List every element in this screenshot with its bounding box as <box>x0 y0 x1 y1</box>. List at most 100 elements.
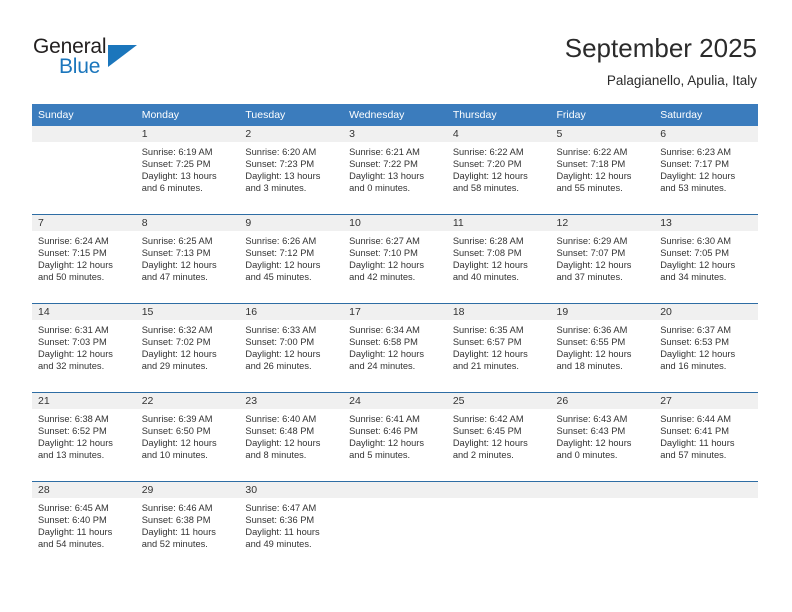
weekday-header-wednesday: Wednesday <box>343 104 447 126</box>
calendar-day-cell[interactable]: 9 Sunrise: 6:26 AM Sunset: 7:12 PM Daylight… <box>239 214 344 304</box>
sunrise-text: Sunrise: 6:31 AM <box>38 325 109 335</box>
daylight-1-text: Daylight: 12 hours <box>141 438 217 449</box>
day-number <box>550 482 655 498</box>
calendar-day-cell-empty <box>343 481 447 570</box>
calendar-day-cell[interactable]: 5 Sunrise: 6:22 AM Sunset: 7:18 PM Daylight… <box>550 126 655 215</box>
calendar-day-cell[interactable]: 18 Sunrise: 6:35 AM Sunset: 6:57 PM Dayligh… <box>446 303 551 393</box>
calendar-day-cell-empty <box>446 481 551 570</box>
daylight-2-text: and 45 minutes. <box>245 272 312 283</box>
sunrise-text: Sunrise: 6:27 AM <box>349 236 420 246</box>
day-details: Sunrise: 6:22 AM Sunset: 7:18 PM Daylight:… <box>551 142 655 194</box>
calendar-day-cell[interactable]: 30 Sunrise: 6:47 AM Sunset: 6:36 PM Dayligh… <box>239 481 344 570</box>
calendar-week-row: 1 Sunrise: 6:19 AM Sunset: 7:25 PM Daylight… <box>32 126 758 215</box>
sunrise-text: Sunrise: 6:20 AM <box>245 147 317 157</box>
sunset-text: Sunset: 7:07 PM <box>556 248 626 259</box>
calendar-day-cell[interactable]: 2 Sunrise: 6:20 AM Sunset: 7:23 PM Daylight… <box>239 126 344 215</box>
sunrise-text: Sunrise: 6:43 AM <box>556 414 628 424</box>
calendar-day-cell[interactable]: 13 Sunrise: 6:30 AM Sunset: 7:05 PM Dayligh… <box>654 214 758 304</box>
day-details: Sunrise: 6:29 AM Sunset: 7:07 PM Daylight:… <box>551 231 655 283</box>
day-cell-inner: 15 Sunrise: 6:32 AM Sunset: 7:02 PM Dayligh… <box>135 304 240 392</box>
day-cell-inner: 19 Sunrise: 6:36 AM Sunset: 6:55 PM Dayligh… <box>550 304 655 392</box>
day-details: Sunrise: 6:40 AM Sunset: 6:48 PM Daylight:… <box>239 409 343 461</box>
weekday-header-sunday: Sunday <box>32 104 136 126</box>
calendar-day-cell[interactable]: 19 Sunrise: 6:36 AM Sunset: 6:55 PM Dayligh… <box>550 303 655 393</box>
general-blue-logo[interactable]: General Blue <box>33 36 153 86</box>
day-cell-inner: 24 Sunrise: 6:41 AM Sunset: 6:46 PM Dayligh… <box>343 393 447 481</box>
calendar-day-cell[interactable]: 7 Sunrise: 6:24 AM Sunset: 7:15 PM Daylight… <box>32 214 136 304</box>
calendar-week-row: 21 Sunrise: 6:38 AM Sunset: 6:52 PM Dayligh… <box>32 392 758 482</box>
logo-text-blue: Blue <box>59 55 101 78</box>
calendar-day-cell[interactable]: 16 Sunrise: 6:33 AM Sunset: 7:00 PM Dayligh… <box>239 303 344 393</box>
daylight-2-text: and 42 minutes. <box>349 272 416 283</box>
logo-flag-icon <box>108 45 137 67</box>
day-cell-inner: 3 Sunrise: 6:21 AM Sunset: 7:22 PM Daylight… <box>343 126 447 214</box>
day-details: Sunrise: 6:46 AM Sunset: 6:38 PM Daylight:… <box>136 498 240 550</box>
calendar-day-cell[interactable]: 22 Sunrise: 6:39 AM Sunset: 6:50 PM Dayligh… <box>135 392 240 482</box>
daylight-2-text: and 50 minutes. <box>38 272 105 283</box>
sunset-text: Sunset: 6:43 PM <box>556 426 626 437</box>
daylight-1-text: Daylight: 12 hours <box>660 260 736 271</box>
day-details: Sunrise: 6:19 AM Sunset: 7:25 PM Daylight:… <box>136 142 240 194</box>
day-cell-inner: 2 Sunrise: 6:20 AM Sunset: 7:23 PM Daylight… <box>239 126 344 214</box>
calendar-day-cell[interactable]: 11 Sunrise: 6:28 AM Sunset: 7:08 PM Dayligh… <box>446 214 551 304</box>
calendar-day-cell[interactable]: 17 Sunrise: 6:34 AM Sunset: 6:58 PM Dayligh… <box>343 303 447 393</box>
day-cell-inner <box>32 126 136 214</box>
day-number: 2 <box>239 126 344 142</box>
calendar-day-cell[interactable]: 4 Sunrise: 6:22 AM Sunset: 7:20 PM Daylight… <box>446 126 551 215</box>
sunset-text: Sunset: 6:45 PM <box>452 426 522 437</box>
sunrise-text: Sunrise: 6:32 AM <box>141 325 213 335</box>
day-number: 8 <box>135 215 240 231</box>
calendar-day-cell[interactable]: 24 Sunrise: 6:41 AM Sunset: 6:46 PM Dayligh… <box>343 392 447 482</box>
sunrise-text: Sunrise: 6:30 AM <box>660 236 732 246</box>
calendar-day-cell[interactable]: 21 Sunrise: 6:38 AM Sunset: 6:52 PM Dayligh… <box>32 392 136 482</box>
day-details: Sunrise: 6:37 AM Sunset: 6:53 PM Daylight:… <box>654 320 758 372</box>
calendar-day-cell[interactable]: 29 Sunrise: 6:46 AM Sunset: 6:38 PM Dayligh… <box>135 481 240 570</box>
day-number: 5 <box>550 126 655 142</box>
calendar-day-cell[interactable]: 14 Sunrise: 6:31 AM Sunset: 7:03 PM Dayligh… <box>32 303 136 393</box>
calendar-day-cell[interactable]: 27 Sunrise: 6:44 AM Sunset: 6:41 PM Dayligh… <box>654 392 758 482</box>
daylight-2-text: and 18 minutes. <box>556 361 623 372</box>
calendar-day-cell[interactable]: 28 Sunrise: 6:45 AM Sunset: 6:40 PM Dayligh… <box>32 481 136 570</box>
daylight-1-text: Daylight: 12 hours <box>141 260 217 271</box>
daylight-2-text: and 57 minutes. <box>660 450 727 461</box>
calendar-day-cell[interactable]: 26 Sunrise: 6:43 AM Sunset: 6:43 PM Dayligh… <box>550 392 655 482</box>
daylight-2-text: and 52 minutes. <box>141 539 208 550</box>
calendar-day-cell[interactable]: 20 Sunrise: 6:37 AM Sunset: 6:53 PM Dayligh… <box>654 303 758 393</box>
logo-text-general: General <box>33 35 107 58</box>
daylight-2-text: and 32 minutes. <box>38 361 105 372</box>
sunset-text: Sunset: 6:36 PM <box>245 515 315 526</box>
sunset-text: Sunset: 7:15 PM <box>38 248 107 259</box>
sunrise-text: Sunrise: 6:33 AM <box>245 325 317 335</box>
sunset-text: Sunset: 7:13 PM <box>141 248 211 259</box>
day-number: 7 <box>32 215 136 231</box>
calendar-day-cell-empty <box>32 126 136 215</box>
daylight-1-text: Daylight: 13 hours <box>349 171 425 182</box>
calendar-day-cell[interactable]: 6 Sunrise: 6:23 AM Sunset: 7:17 PM Daylight… <box>654 126 758 215</box>
daylight-2-text: and 29 minutes. <box>141 361 208 372</box>
calendar-day-cell[interactable]: 10 Sunrise: 6:27 AM Sunset: 7:10 PM Dayligh… <box>343 214 447 304</box>
daylight-2-text: and 47 minutes. <box>141 272 208 283</box>
sunset-text: Sunset: 6:58 PM <box>349 337 418 348</box>
calendar-day-cell[interactable]: 15 Sunrise: 6:32 AM Sunset: 7:02 PM Dayligh… <box>135 303 240 393</box>
sunset-text: Sunset: 7:22 PM <box>349 159 418 170</box>
page-title: September 2025 <box>564 33 757 63</box>
day-details: Sunrise: 6:34 AM Sunset: 6:58 PM Daylight:… <box>343 320 447 372</box>
sunrise-text: Sunrise: 6:28 AM <box>452 236 524 246</box>
calendar-day-cell[interactable]: 1 Sunrise: 6:19 AM Sunset: 7:25 PM Daylight… <box>135 126 240 215</box>
sunset-text: Sunset: 7:10 PM <box>349 248 418 259</box>
calendar-day-cell[interactable]: 3 Sunrise: 6:21 AM Sunset: 7:22 PM Daylight… <box>343 126 447 215</box>
sunrise-text: Sunrise: 6:46 AM <box>141 503 213 513</box>
calendar-day-cell[interactable]: 12 Sunrise: 6:29 AM Sunset: 7:07 PM Dayligh… <box>550 214 655 304</box>
day-number: 4 <box>446 126 551 142</box>
day-number: 24 <box>343 393 447 409</box>
weekday-header-saturday: Saturday <box>654 104 758 126</box>
calendar-header-row: Sunday Monday Tuesday Wednesday Thursday Frid… <box>32 104 758 126</box>
location-subtitle: Palagianello, Apulia, Italy <box>606 73 757 88</box>
calendar-day-cell[interactable]: 23 Sunrise: 6:40 AM Sunset: 6:48 PM Dayligh… <box>239 392 344 482</box>
day-number: 29 <box>135 482 240 498</box>
day-cell-inner <box>343 482 447 570</box>
calendar-day-cell[interactable]: 8 Sunrise: 6:25 AM Sunset: 7:13 PM Daylight… <box>135 214 240 304</box>
calendar-day-cell[interactable]: 25 Sunrise: 6:42 AM Sunset: 6:45 PM Dayligh… <box>446 392 551 482</box>
day-details: Sunrise: 6:25 AM Sunset: 7:13 PM Daylight:… <box>136 231 240 283</box>
sunset-text: Sunset: 7:20 PM <box>452 159 522 170</box>
